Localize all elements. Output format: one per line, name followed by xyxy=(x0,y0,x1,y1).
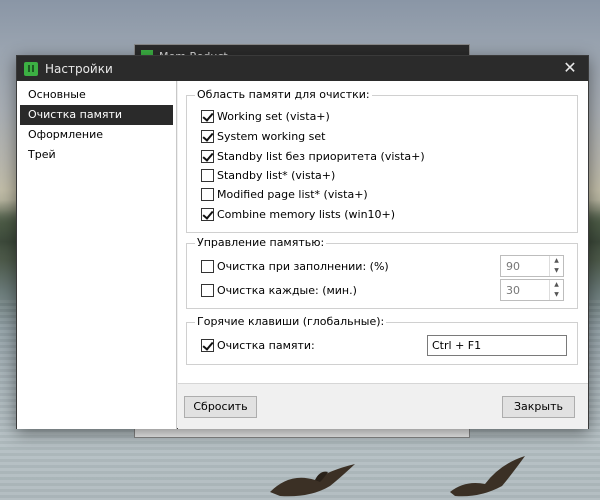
checkbox[interactable] xyxy=(201,109,214,123)
checkbox-label: Очистка каждые: (мин.) xyxy=(217,283,357,297)
checkbox-row[interactable]: Standby list* (vista+) xyxy=(201,167,335,183)
group-title: Область памяти для очистки: xyxy=(195,88,372,101)
sidebar-item-general[interactable]: Основные xyxy=(20,85,173,105)
close-button[interactable]: Закрыть xyxy=(502,396,575,418)
duck-silhouette-icon xyxy=(270,464,355,497)
spinner-arrows: ▲ ▼ xyxy=(549,256,563,276)
interval-spinner[interactable]: 30 ▲ ▼ xyxy=(500,279,564,301)
checkbox[interactable] xyxy=(201,338,214,352)
checkbox-row[interactable]: Очистка при заполнении: (%) xyxy=(201,258,389,274)
dialog-titlebar[interactable]: Настройки ✕ xyxy=(17,56,588,81)
duck-silhouette-icon xyxy=(450,456,525,497)
group-title: Управление памятью: xyxy=(195,236,327,249)
checkbox[interactable] xyxy=(201,283,214,297)
dialog-title: Настройки xyxy=(45,61,113,76)
checkbox-row[interactable]: Combine memory lists (win10+) xyxy=(201,206,395,222)
checkbox-label: System working set xyxy=(217,129,326,143)
sidebar-item-tray[interactable]: Трей xyxy=(20,145,173,165)
spinner-arrows: ▲ ▼ xyxy=(549,280,563,300)
hotkey-input[interactable]: Ctrl + F1 xyxy=(427,335,567,356)
checkbox-label: Очистка памяти: xyxy=(217,338,315,352)
checkbox[interactable] xyxy=(201,259,214,273)
hotkeys-group: Горячие клавиши (глобальные): Очистка па… xyxy=(186,315,578,365)
group-title: Горячие клавиши (глобальные): xyxy=(195,315,387,328)
settings-dialog: Настройки ✕ Основные Очистка памяти Офор… xyxy=(16,55,589,429)
spinner-value[interactable]: 30 xyxy=(501,284,549,297)
sidebar-item-appearance[interactable]: Оформление xyxy=(20,125,173,145)
checkbox[interactable] xyxy=(201,149,214,163)
checkbox-label: Working set (vista+) xyxy=(217,109,330,123)
memory-areas-group: Область памяти для очистки: Working set … xyxy=(186,88,578,233)
checkbox[interactable] xyxy=(201,207,214,221)
dialog-body: Основные Очистка памяти Оформление Трей … xyxy=(17,81,588,429)
fill-threshold-spinner[interactable]: 90 ▲ ▼ xyxy=(500,255,564,277)
checkbox-label: Modified page list* (vista+) xyxy=(217,187,368,201)
settings-content: Область памяти для очистки: Working set … xyxy=(178,81,588,383)
checkbox-label: Очистка при заполнении: (%) xyxy=(217,259,389,273)
spin-down-icon[interactable]: ▼ xyxy=(550,266,563,276)
sidebar-item-memory-cleaning[interactable]: Очистка памяти xyxy=(20,105,173,125)
checkbox[interactable] xyxy=(201,187,214,201)
checkbox[interactable] xyxy=(201,168,214,182)
reset-button[interactable]: Сбросить xyxy=(184,396,257,418)
spinner-value[interactable]: 90 xyxy=(501,260,549,273)
checkbox-row[interactable]: Modified page list* (vista+) xyxy=(201,186,368,202)
checkbox-row[interactable]: Working set (vista+) xyxy=(201,108,330,124)
checkbox-row[interactable]: System working set xyxy=(201,128,325,144)
spin-up-icon[interactable]: ▲ xyxy=(550,256,563,266)
memory-management-group: Управление памятью: Очистка при заполнен… xyxy=(186,236,578,309)
spin-up-icon[interactable]: ▲ xyxy=(550,280,563,290)
sidebar: Основные Очистка памяти Оформление Трей xyxy=(17,81,177,429)
checkbox-label: Standby list без приоритета (vista+) xyxy=(217,149,425,163)
checkbox-label: Standby list* (vista+) xyxy=(217,168,336,182)
checkbox-label: Combine memory lists (win10+) xyxy=(217,207,396,221)
checkbox-row[interactable]: Standby list без приоритета (vista+) xyxy=(201,148,425,164)
checkbox[interactable] xyxy=(201,129,214,143)
checkbox-row[interactable]: Очистка каждые: (мин.) xyxy=(201,282,357,298)
dialog-footer: Сбросить Закрыть xyxy=(178,383,588,429)
app-logo-icon xyxy=(24,61,38,76)
spin-down-icon[interactable]: ▼ xyxy=(550,290,563,300)
checkbox-row[interactable]: Очистка памяти: xyxy=(201,337,315,353)
close-icon[interactable]: ✕ xyxy=(562,60,578,76)
